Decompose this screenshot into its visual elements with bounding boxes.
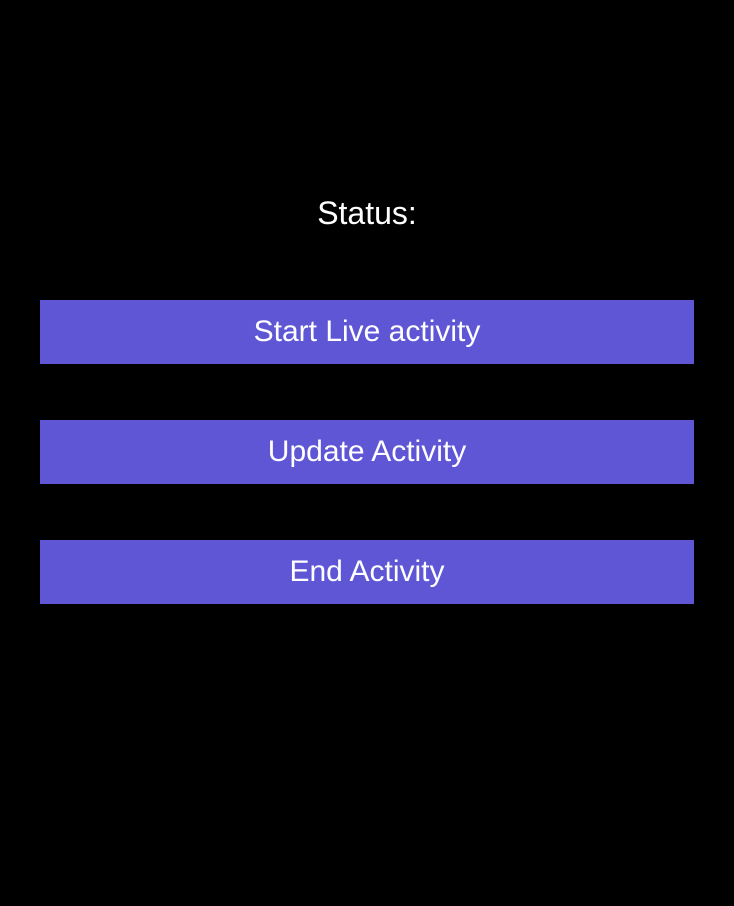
end-activity-button[interactable]: End Activity <box>40 540 694 604</box>
update-activity-button[interactable]: Update Activity <box>40 420 694 484</box>
start-live-activity-button[interactable]: Start Live activity <box>40 300 694 364</box>
status-label: Status: <box>317 195 417 232</box>
